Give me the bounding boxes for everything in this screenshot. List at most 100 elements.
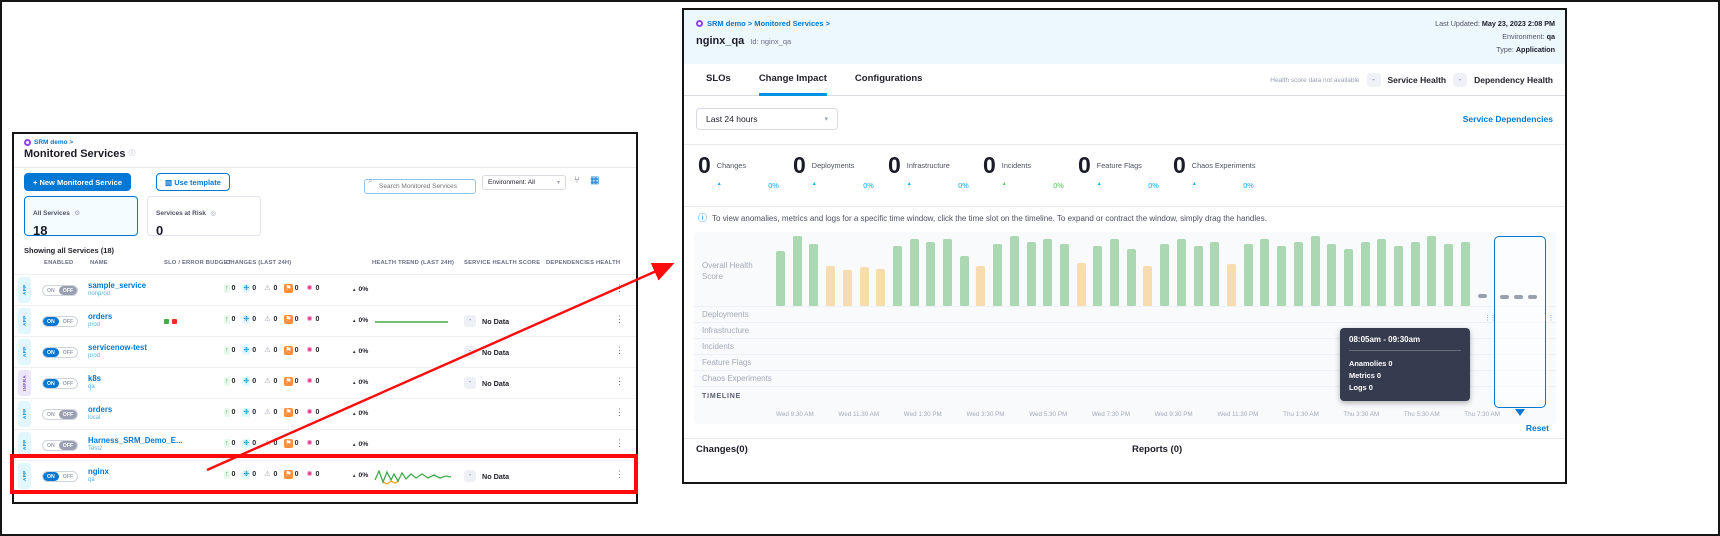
- environment: Environment: qa: [1435, 30, 1555, 43]
- timeline-bar[interactable]: [1027, 242, 1036, 306]
- service-health-label: Service Health: [1388, 75, 1447, 85]
- enabled-toggle[interactable]: ONOFF: [42, 440, 78, 451]
- timeline-bar[interactable]: [1377, 239, 1386, 306]
- service-name-link[interactable]: nginx: [88, 467, 109, 476]
- timeline-bar[interactable]: [1210, 242, 1219, 306]
- services-at-risk-card[interactable]: Services at Risk ◎ 0: [147, 196, 261, 236]
- timeline-bar[interactable]: [943, 239, 952, 306]
- timeline-bar[interactable]: [1361, 242, 1370, 306]
- table-row[interactable]: APP ONOFF orders prod ↑0❉0⚠0⚑0✺0 ▲0% -No…: [14, 306, 636, 337]
- dependency-view-icon[interactable]: ⑂: [574, 175, 580, 186]
- tab-slos[interactable]: SLOs: [706, 64, 731, 96]
- timeline-bar[interactable]: [1311, 236, 1320, 306]
- breadcrumb-text[interactable]: SRM demo >: [34, 139, 73, 146]
- detail-breadcrumb[interactable]: SRM demo > Monitored Services >: [696, 19, 830, 28]
- timeline-bar[interactable]: [1277, 246, 1286, 306]
- environment-filter[interactable]: Environment: All ▾: [482, 175, 566, 190]
- table-row[interactable]: APP ONOFF Harness_SRM_Demo_E... Test2 ↑0…: [14, 430, 636, 461]
- tab-configurations[interactable]: Configurations: [855, 64, 923, 96]
- service-health-score: -No Data: [464, 377, 509, 389]
- enabled-toggle[interactable]: ONOFF: [42, 378, 78, 389]
- reset-link[interactable]: Reset: [1526, 423, 1549, 433]
- bars-zone[interactable]: [776, 236, 1470, 306]
- timeline-bar[interactable]: [860, 267, 869, 306]
- service-name-link[interactable]: k8s: [88, 374, 101, 383]
- timeline-bar[interactable]: [1143, 266, 1152, 306]
- row-menu-icon[interactable]: ⋮: [615, 407, 624, 418]
- timeline-bar[interactable]: [1427, 236, 1436, 306]
- table-row[interactable]: APP ONOFF nginx qa ↑0❉0⚠0⚑0✺0 ▲0% -No Da…: [14, 461, 636, 492]
- timeline-bar[interactable]: [1093, 246, 1102, 306]
- time-window-selection[interactable]: ⋮⋮ ⋮⋮: [1494, 236, 1546, 408]
- timeline-bar[interactable]: [1177, 239, 1186, 306]
- timeline-bar[interactable]: [1411, 242, 1420, 306]
- breadcrumb[interactable]: SRM demo >: [24, 139, 73, 146]
- timeline-bar[interactable]: [1110, 239, 1119, 306]
- service-name-link[interactable]: orders: [88, 312, 112, 321]
- timeline-bar[interactable]: [976, 266, 985, 306]
- service-dependencies-link[interactable]: Service Dependencies: [1463, 114, 1553, 124]
- row-menu-icon[interactable]: ⋮: [615, 283, 624, 294]
- timeline-bar[interactable]: [1127, 249, 1136, 306]
- timeline-bar[interactable]: [926, 242, 935, 306]
- service-name-link[interactable]: sample_service: [88, 281, 146, 290]
- row-menu-icon[interactable]: ⋮: [615, 438, 624, 449]
- search-box[interactable]: ⌕: [364, 175, 476, 190]
- enabled-toggle[interactable]: ONOFF: [42, 285, 78, 296]
- table-row[interactable]: INFRA ONOFF k8s qa ↑0❉0⚠0⚑0✺0 ▲0% -No Da…: [14, 368, 636, 399]
- kpi-value: 0: [983, 152, 996, 190]
- service-name-link[interactable]: servicenow-test: [88, 343, 147, 352]
- timeline-bar[interactable]: [1010, 236, 1019, 306]
- row-menu-icon[interactable]: ⋮: [615, 345, 624, 356]
- table-row[interactable]: APP ONOFF orders local ↑0❉0⚠0⚑0✺0 ▲0% ⋮: [14, 399, 636, 430]
- timeline-bar[interactable]: [1043, 239, 1052, 306]
- timeline-bar[interactable]: [910, 239, 919, 306]
- timeline-bar[interactable]: [876, 269, 885, 306]
- timeline-bar[interactable]: [993, 244, 1002, 306]
- time-range-select[interactable]: Last 24 hours ▾: [696, 108, 838, 130]
- table-row[interactable]: APP ONOFF sample_service nonprod ↑0❉0⚠0⚑…: [14, 275, 636, 306]
- timeline-bar[interactable]: [793, 236, 802, 306]
- timeline-bar[interactable]: [1260, 239, 1269, 306]
- timeline-bar[interactable]: [1077, 263, 1086, 306]
- timeline-bar[interactable]: [1394, 246, 1403, 306]
- table-row[interactable]: APP ONOFF servicenow-test prod ↑0❉0⚠0⚑0✺…: [14, 337, 636, 368]
- tab-change-impact[interactable]: Change Impact: [759, 64, 827, 96]
- timeline-bar[interactable]: [1060, 244, 1069, 306]
- all-services-card[interactable]: All Services ⚙ 18: [24, 196, 138, 236]
- timeline-bar[interactable]: [826, 266, 835, 306]
- deployments-icon: ↑0: [224, 377, 235, 386]
- timeline-bar[interactable]: [1294, 242, 1303, 306]
- timeline-bar[interactable]: [1327, 244, 1336, 306]
- timeline-bar[interactable]: [1344, 249, 1353, 306]
- drag-handle-left[interactable]: ⋮⋮: [1484, 315, 1495, 322]
- timeline-bar[interactable]: [1444, 244, 1453, 306]
- timeline-bar[interactable]: [1244, 244, 1253, 306]
- service-environment: prod: [88, 322, 100, 328]
- drag-handle-right[interactable]: ⋮⋮: [1542, 315, 1553, 322]
- service-name-link[interactable]: orders: [88, 405, 112, 414]
- enabled-toggle[interactable]: ONOFF: [42, 471, 78, 482]
- timeline-bar[interactable]: [1194, 246, 1203, 306]
- service-name-link[interactable]: Harness_SRM_Demo_E...: [88, 436, 182, 445]
- row-menu-icon[interactable]: ⋮: [615, 376, 624, 387]
- timeline-bar[interactable]: [893, 246, 902, 306]
- row-menu-icon[interactable]: ⋮: [615, 314, 624, 325]
- timeline-bar[interactable]: [843, 270, 852, 306]
- enabled-toggle[interactable]: ONOFF: [42, 409, 78, 420]
- timeline-bar[interactable]: [1461, 242, 1470, 306]
- timeslot-tooltip: 08:05am - 09:30am Anamolies 0 Metrics 0 …: [1340, 328, 1470, 401]
- screenshot-canvas: SRM demo > Monitored Services ⓘ + New Mo…: [0, 0, 1720, 536]
- timeline-bar[interactable]: [776, 251, 785, 306]
- use-template-button[interactable]: ▥ Use template: [156, 173, 230, 191]
- timeline-bar[interactable]: [960, 256, 969, 306]
- list-view-icon[interactable]: ▦: [590, 175, 599, 186]
- search-input[interactable]: [364, 179, 476, 194]
- enabled-toggle[interactable]: ONOFF: [42, 347, 78, 358]
- timeline-bar[interactable]: [1160, 244, 1169, 306]
- enabled-toggle[interactable]: ONOFF: [42, 316, 78, 327]
- timeline-bar[interactable]: [809, 244, 818, 306]
- timeline-bar[interactable]: [1227, 264, 1236, 306]
- new-monitored-service-button[interactable]: + New Monitored Service: [24, 173, 131, 191]
- row-menu-icon[interactable]: ⋮: [615, 469, 624, 480]
